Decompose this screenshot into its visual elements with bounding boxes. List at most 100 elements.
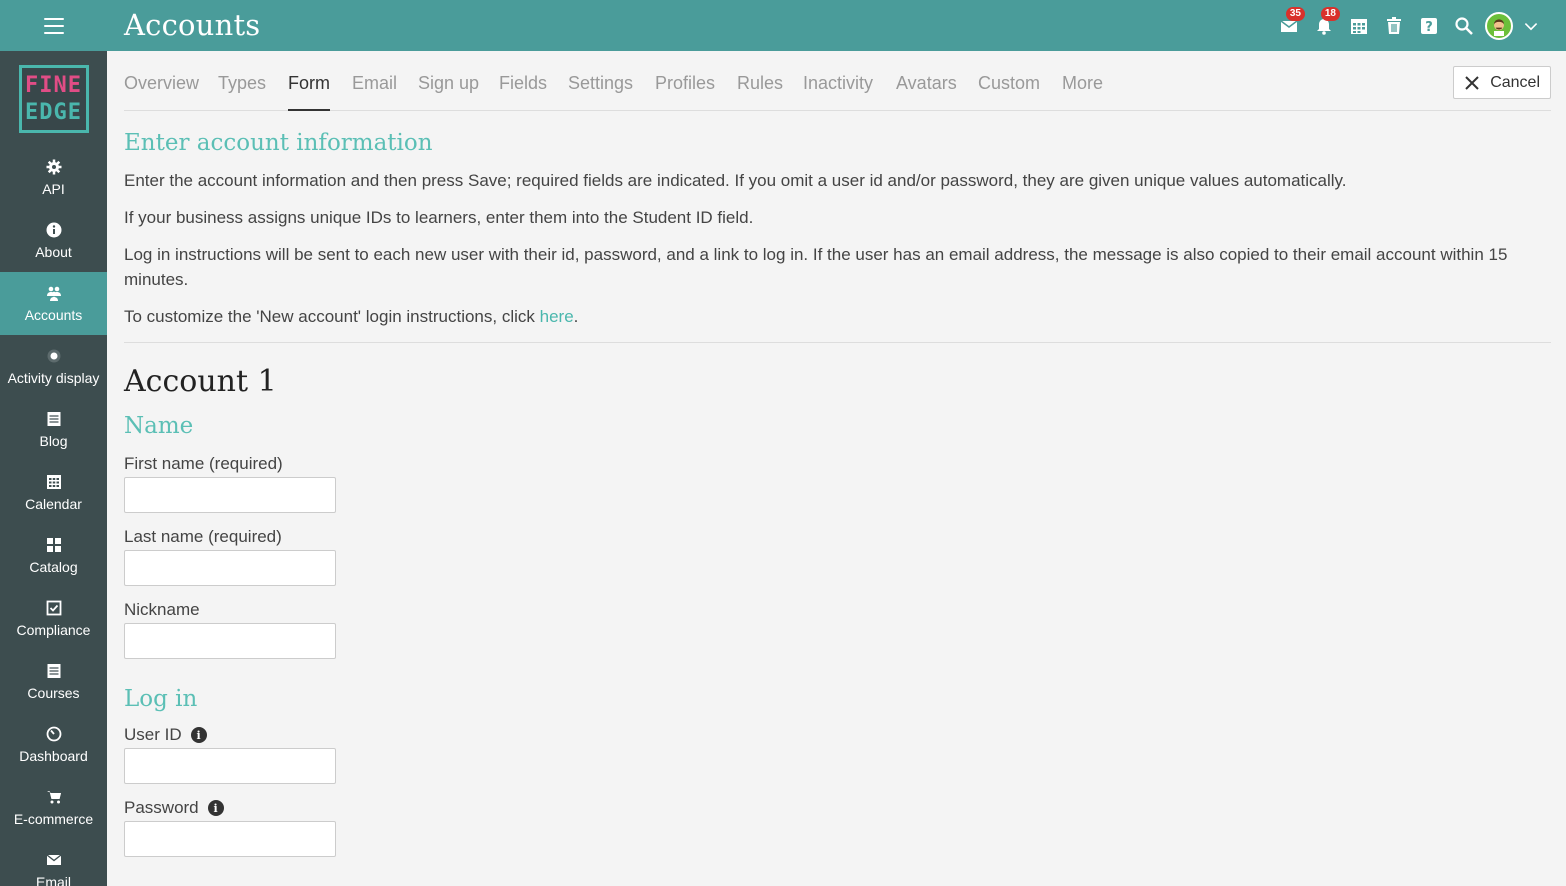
calendar-icon bbox=[1350, 18, 1367, 34]
info-icon bbox=[46, 222, 61, 237]
avatar bbox=[1484, 11, 1513, 40]
logo-line1: FINE bbox=[25, 72, 82, 98]
blog-icon bbox=[47, 411, 60, 426]
tab-form[interactable]: Form bbox=[288, 73, 330, 111]
sidebar-item-catalog[interactable]: Catalog bbox=[0, 524, 107, 587]
trash-button[interactable] bbox=[1376, 0, 1411, 51]
tab-bar: Overview Types Form Email Sign up Fields… bbox=[124, 51, 1551, 111]
mail-badge: 35 bbox=[1285, 7, 1305, 21]
trash-icon bbox=[1386, 16, 1401, 34]
sidebar-item-calendar[interactable]: Calendar bbox=[0, 461, 107, 524]
close-icon bbox=[1465, 75, 1479, 90]
sidebar-item-accounts[interactable]: Accounts bbox=[0, 272, 107, 335]
intro-paragraph-4-text: To customize the 'New account' login ins… bbox=[124, 307, 540, 326]
dot-icon bbox=[47, 349, 60, 362]
cancel-button[interactable]: Cancel bbox=[1453, 66, 1551, 99]
tab-fields[interactable]: Fields bbox=[499, 73, 547, 94]
cancel-label: Cancel bbox=[1490, 73, 1540, 91]
page-title: Accounts bbox=[124, 8, 261, 42]
user-id-group: User ID i bbox=[124, 725, 1551, 784]
intro-paragraph-4: To customize the 'New account' login ins… bbox=[124, 304, 1551, 329]
hamburger-icon bbox=[43, 17, 64, 34]
notifications-badge: 18 bbox=[1320, 7, 1340, 21]
main-content: Overview Types Form Email Sign up Fields… bbox=[124, 51, 1551, 857]
user-id-label-row: User ID i bbox=[124, 725, 1551, 745]
logo[interactable]: FINE EDGE bbox=[18, 64, 89, 133]
login-section-heading: Log in bbox=[124, 686, 198, 712]
first-name-field[interactable] bbox=[124, 477, 336, 513]
help-button[interactable]: ? bbox=[1411, 0, 1446, 51]
notifications-button[interactable]: 18 bbox=[1306, 0, 1341, 51]
users-icon bbox=[46, 286, 61, 301]
chevron-down-icon bbox=[1524, 22, 1538, 30]
courses-icon bbox=[47, 663, 60, 678]
intro-heading: Enter account information bbox=[124, 130, 433, 156]
first-name-label: First name (required) bbox=[124, 454, 283, 473]
tab-avatars[interactable]: Avatars bbox=[896, 73, 957, 94]
account-heading: Account 1 bbox=[124, 364, 277, 399]
sidebar-item-label: Dashboard bbox=[19, 747, 88, 764]
sidebar: FINE EDGE API About Accounts Activity di… bbox=[0, 51, 107, 886]
cart-icon bbox=[46, 790, 61, 803]
intro-paragraph-1: Enter the account information and then p… bbox=[124, 171, 1347, 190]
sidebar-item-label: Blog bbox=[39, 432, 68, 449]
sidebar-item-email[interactable]: Email bbox=[0, 839, 107, 886]
tab-rules[interactable]: Rules bbox=[737, 73, 783, 94]
info-icon[interactable]: i bbox=[190, 727, 207, 743]
tab-settings[interactable]: Settings bbox=[568, 73, 633, 94]
sidebar-item-dashboard[interactable]: Dashboard bbox=[0, 713, 107, 776]
tab-profiles[interactable]: Profiles bbox=[655, 73, 715, 94]
logo-line2: EDGE bbox=[25, 99, 82, 125]
gauge-icon bbox=[46, 726, 61, 741]
calendar-button[interactable] bbox=[1341, 0, 1376, 51]
mail-button[interactable]: 35 bbox=[1271, 0, 1306, 51]
nickname-field[interactable] bbox=[124, 623, 336, 659]
sidebar-item-ecommerce[interactable]: E-commerce bbox=[0, 776, 107, 839]
sidebar-item-label: E-commerce bbox=[13, 810, 94, 827]
sidebar-item-activity-display[interactable]: Activity display bbox=[0, 335, 107, 398]
hamburger-menu-button[interactable] bbox=[0, 0, 107, 51]
password-group: Password i bbox=[124, 798, 1551, 857]
sidebar-item-label: API bbox=[42, 180, 65, 197]
nickname-group: Nickname bbox=[124, 600, 1551, 659]
tab-email[interactable]: Email bbox=[352, 73, 397, 94]
intro-paragraph-4-suffix: . bbox=[573, 307, 579, 326]
search-button[interactable] bbox=[1446, 0, 1481, 51]
sidebar-item-api[interactable]: API bbox=[0, 146, 107, 209]
sidebar-item-label: Courses bbox=[27, 684, 80, 701]
sidebar-item-label: Activity display bbox=[7, 369, 100, 386]
tab-types[interactable]: Types bbox=[218, 73, 266, 94]
user-menu-button[interactable] bbox=[1481, 0, 1516, 51]
search-icon bbox=[1454, 16, 1473, 35]
grid-icon bbox=[46, 537, 61, 552]
sidebar-item-courses[interactable]: Courses bbox=[0, 650, 107, 713]
name-section-heading: Name bbox=[124, 413, 194, 439]
password-field[interactable] bbox=[124, 821, 336, 857]
intro-paragraph-3: Log in instructions will be sent to each… bbox=[124, 245, 1508, 289]
tab-sign-up[interactable]: Sign up bbox=[418, 73, 479, 94]
sidebar-item-label: Email bbox=[35, 873, 71, 886]
envelope-icon bbox=[46, 853, 61, 865]
last-name-field[interactable] bbox=[124, 550, 336, 586]
sidebar-item-blog[interactable]: Blog bbox=[0, 398, 107, 461]
tab-inactivity[interactable]: Inactivity bbox=[803, 73, 873, 94]
sidebar-item-label: Catalog bbox=[29, 558, 78, 575]
user-id-field[interactable] bbox=[124, 748, 336, 784]
tab-more[interactable]: More bbox=[1062, 73, 1103, 94]
calendar-icon bbox=[46, 474, 61, 489]
customize-instructions-link[interactable]: here bbox=[540, 307, 574, 326]
avatar-face-icon bbox=[1493, 18, 1504, 36]
tab-overview[interactable]: Overview bbox=[124, 73, 199, 94]
tab-custom[interactable]: Custom bbox=[978, 73, 1040, 94]
first-name-group: First name (required) bbox=[124, 454, 1551, 513]
svg-text:?: ? bbox=[1425, 20, 1433, 35]
nickname-label: Nickname bbox=[124, 600, 200, 619]
user-menu-dropdown[interactable] bbox=[1516, 0, 1546, 51]
sidebar-item-about[interactable]: About bbox=[0, 209, 107, 272]
gear-icon bbox=[46, 159, 61, 174]
sidebar-item-compliance[interactable]: Compliance bbox=[0, 587, 107, 650]
info-icon[interactable]: i bbox=[207, 800, 224, 816]
checkbox-icon bbox=[46, 600, 61, 615]
sidebar-item-label: Calendar bbox=[25, 495, 82, 512]
top-toolbar: 35 18 ? bbox=[1271, 0, 1546, 51]
